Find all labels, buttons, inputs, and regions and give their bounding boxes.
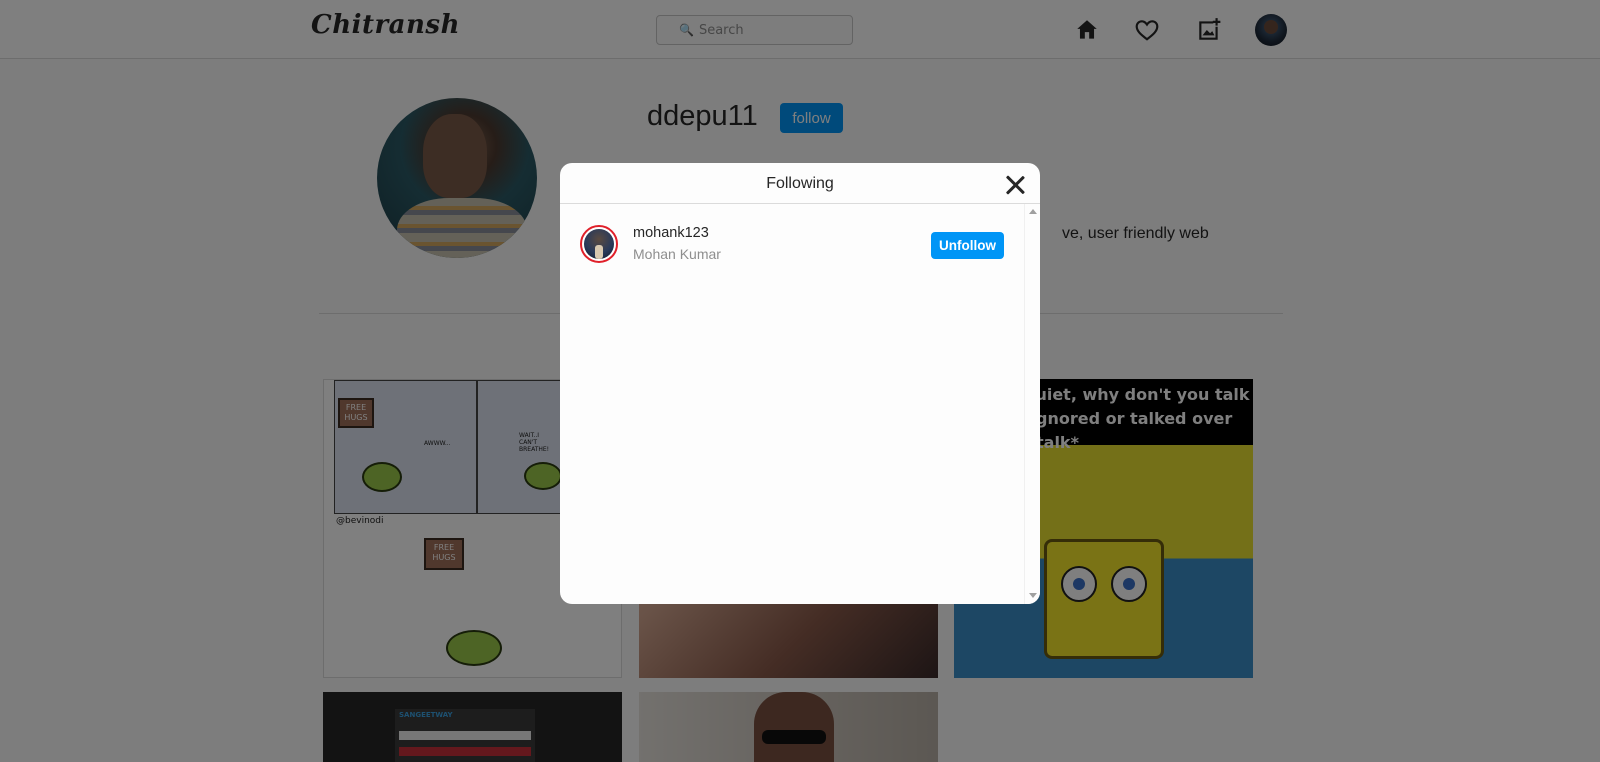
user-full-name: Mohan Kumar bbox=[633, 246, 721, 262]
unfollow-button[interactable]: Unfollow bbox=[931, 232, 1004, 259]
scroll-down-icon[interactable] bbox=[1029, 593, 1037, 598]
modal-scrollbar[interactable] bbox=[1024, 204, 1040, 604]
following-modal: Following mohank123 Mohan Kumar Unfollow bbox=[560, 163, 1040, 604]
close-icon[interactable] bbox=[1003, 173, 1027, 197]
modal-title: Following bbox=[766, 175, 834, 192]
modal-header: Following bbox=[560, 163, 1040, 204]
user-avatar[interactable] bbox=[580, 225, 618, 263]
following-list: mohank123 Mohan Kumar Unfollow bbox=[560, 204, 1024, 604]
user-username[interactable]: mohank123 bbox=[633, 225, 709, 241]
scroll-up-icon[interactable] bbox=[1029, 209, 1037, 214]
list-item[interactable]: mohank123 Mohan Kumar Unfollow bbox=[560, 222, 1024, 266]
